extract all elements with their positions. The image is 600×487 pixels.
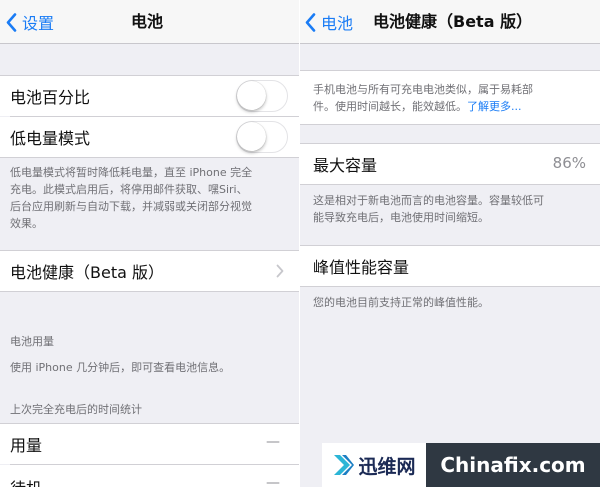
battery-percentage-toggle[interactable] [236, 80, 288, 112]
peak-performance-label: 峰值性能容量 [313, 258, 410, 277]
stats-row-standby: 待机 — [0, 465, 299, 487]
peak-performance-cell: 峰值性能容量 [300, 246, 600, 286]
toggle-knob [237, 122, 266, 151]
page-title: 电池健康（Beta 版） [373, 12, 533, 31]
intro-cell: 手机电池与所有可充电电池类似，属于易耗部 件。使用时间越长，能效越低。了解更多.… [300, 71, 600, 124]
group-bottom-separator [0, 157, 299, 158]
arrow-logo-icon [334, 455, 355, 475]
group-bottom-separator [0, 291, 299, 292]
group-bottom-separator [300, 124, 600, 125]
battery-health-pane: 电池 电池健康（Beta 版） 手机电池与所有可充电电池类似，属于易耗部 件。使… [300, 0, 600, 487]
back-button-label: 设置 [22, 14, 55, 33]
group-bottom-separator [300, 286, 600, 287]
watermark-en-text: Chinafix.com [440, 453, 586, 477]
back-button-battery[interactable]: 电池 [305, 0, 353, 44]
stats-label: 用量 [10, 436, 43, 455]
watermark-cn-text: 迅维网 [358, 455, 416, 478]
battery-health-cell[interactable]: 电池健康（Beta 版） [0, 251, 299, 291]
back-button-settings[interactable]: 设置 [6, 0, 54, 44]
nav-bar: 电池 电池健康（Beta 版） [300, 0, 600, 44]
note-line: 件。使用时间越长，能效越低。了解更多... [313, 98, 595, 115]
battery-settings-pane: 设置 电池 电池百分比 低电量模式 低电量模式将暂时降低耗电量，直至 iPhon… [0, 0, 299, 487]
note-line: 这是相对于新电池而言的电池容量。容量较低可 [313, 194, 544, 207]
low-power-mode-toggle[interactable] [236, 121, 288, 153]
note-text: 件。使用时间越长，能效越低。 [313, 100, 467, 113]
usage-note: 使用 iPhone 几分钟后，即可查看电池信息。 [10, 361, 231, 374]
watermark-logo: 迅维网 [322, 443, 426, 487]
max-capacity-label: 最大容量 [313, 156, 378, 175]
note-line: 能导致充电后，电池使用时间缩短。 [313, 211, 489, 224]
battery-percentage-cell: 电池百分比 [0, 76, 299, 116]
max-capacity-value: 86% [552, 154, 586, 172]
chevron-left-icon [305, 12, 316, 32]
toggle-knob [237, 81, 266, 110]
page-title: 电池 [131, 12, 164, 31]
peak-performance-note: 您的电池目前支持正常的峰值性能。 [313, 296, 489, 309]
usage-section-header: 电池用量 [10, 335, 54, 348]
intro-note: 手机电池与所有可充电电池类似，属于易耗部 件。使用时间越长，能效越低。了解更多.… [313, 81, 595, 115]
note-line: 低电量模式将暂时降低耗电量，直至 iPhone 完全 [10, 166, 253, 179]
capacity-note: 这是相对于新电池而言的电池容量。容量较低可 能导致充电后，电池使用时间缩短。 [313, 192, 598, 226]
max-capacity-cell: 最大容量 86% [300, 144, 600, 184]
low-power-mode-cell: 低电量模式 [0, 117, 299, 157]
chevron-left-icon [6, 12, 17, 32]
note-line: 手机电池与所有可充电电池类似，属于易耗部 [313, 83, 533, 96]
watermark: 迅维网 Chinafix.com [322, 443, 600, 487]
nav-bar: 设置 电池 [0, 0, 299, 44]
back-button-label: 电池 [321, 14, 354, 33]
stats-value: — [266, 475, 280, 487]
note-line: 充电。此模式启用后，将停用邮件获取、嘿Siri、 [10, 183, 248, 196]
stats-label: 待机 [10, 475, 42, 487]
low-power-mode-note: 低电量模式将暂时降低耗电量，直至 iPhone 完全 充电。此模式启用后，将停用… [10, 164, 295, 232]
low-power-mode-label: 低电量模式 [10, 129, 91, 148]
learn-more-link[interactable]: 了解更多... [467, 100, 522, 113]
stats-section-header: 上次完全充电后的时间统计 [10, 403, 142, 416]
chevron-right-icon [276, 264, 284, 278]
group-bottom-separator [300, 184, 600, 185]
note-line: 效果。 [10, 217, 43, 230]
battery-health-label: 电池健康（Beta 版） [10, 263, 164, 282]
stats-row-usage: 用量 — [0, 424, 299, 464]
note-line: 后台应用刷新与自动下载，并减弱或关闭部分视觉 [10, 200, 252, 213]
stats-value: — [266, 434, 280, 450]
battery-percentage-label: 电池百分比 [10, 88, 91, 107]
